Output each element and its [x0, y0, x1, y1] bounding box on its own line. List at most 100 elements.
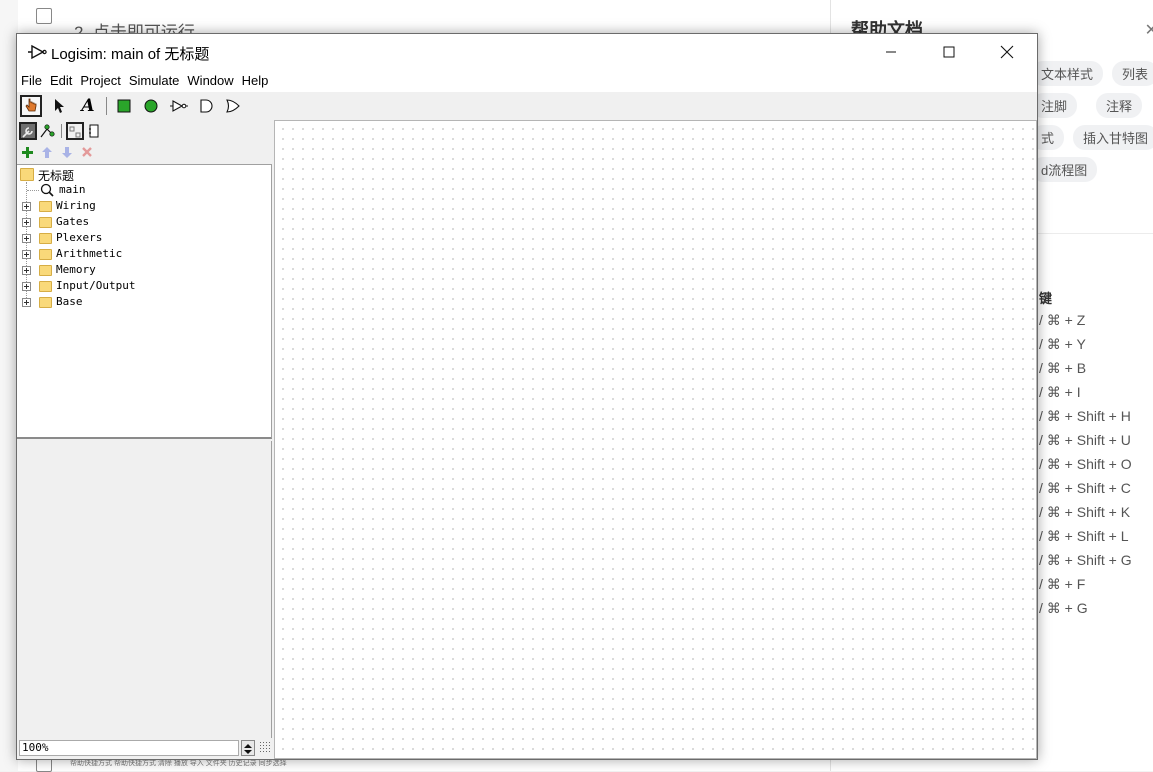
window-title: Logisim: main of 无标题: [51, 46, 210, 63]
tree-item-arithmetic[interactable]: Arithmetic: [56, 247, 122, 263]
shortcut-item: / ⌘ + Shift + H: [1039, 408, 1131, 424]
help-tag[interactable]: 插入甘特图: [1073, 125, 1153, 150]
shortcut-item: / ⌘ + B: [1039, 360, 1087, 376]
maximize-button[interactable]: [920, 34, 978, 70]
help-tag[interactable]: 注释: [1096, 93, 1143, 118]
explorer-toolbar: [17, 120, 272, 142]
folder-icon: [39, 217, 52, 228]
tree-item-main[interactable]: main: [59, 183, 86, 199]
toolbar-separator: [61, 124, 62, 138]
input-pin-icon: [117, 99, 131, 113]
zoom-input[interactable]: 100%: [19, 740, 239, 756]
layout-icon: [69, 126, 81, 138]
poke-tool-button[interactable]: [20, 95, 42, 117]
tree-item-input-output[interactable]: Input/Output: [56, 279, 135, 295]
folder-icon: [39, 233, 52, 244]
menu-project[interactable]: Project: [76, 70, 124, 92]
delete-icon[interactable]: [81, 146, 93, 158]
title-bar[interactable]: Logisim: main of 无标题: [17, 34, 1037, 70]
shortcut-item: / ⌘ + Y: [1039, 336, 1086, 352]
and-gate-icon: [200, 99, 213, 113]
folder-icon: [39, 249, 52, 260]
shortcut-item: / ⌘ + G: [1039, 600, 1088, 616]
minimize-icon: [886, 51, 896, 53]
tree-item-plexers[interactable]: Plexers: [56, 231, 102, 247]
expand-icon[interactable]: [22, 234, 31, 243]
expand-icon[interactable]: [22, 250, 31, 259]
shortcut-item: / ⌘ + F: [1039, 576, 1086, 592]
menu-help[interactable]: Help: [238, 70, 273, 92]
attribute-table: [17, 441, 272, 738]
or-gate-button[interactable]: [222, 95, 244, 117]
tree-item-memory[interactable]: Memory: [56, 263, 96, 279]
minimize-button[interactable]: [862, 34, 920, 70]
background-panel-icon: [36, 8, 52, 24]
input-pin-button[interactable]: [113, 95, 135, 117]
not-gate-icon: [170, 100, 188, 112]
menu-window[interactable]: Window: [183, 70, 237, 92]
add-circuit-icon[interactable]: [21, 146, 34, 159]
help-tag[interactable]: d流程图: [1031, 157, 1098, 182]
shortcut-item: / ⌘ + Shift + G: [1039, 552, 1132, 568]
close-button[interactable]: [978, 34, 1036, 70]
toolbar-separator: [106, 97, 107, 115]
simulation-tree-button[interactable]: [40, 123, 56, 139]
project-folder-icon: [20, 168, 34, 181]
expand-icon[interactable]: [22, 202, 31, 211]
wrench-icon: [22, 127, 33, 138]
tree-guide: [27, 190, 39, 191]
logisim-window: Logisim: main of 无标题 File Edit Project S…: [16, 33, 1038, 760]
tree-item-gates[interactable]: Gates: [56, 215, 89, 231]
appearance-edit-button[interactable]: [88, 123, 102, 139]
tree-item-base[interactable]: Base: [56, 295, 83, 311]
simulation-tree-icon: [40, 124, 55, 138]
toolbox-view-button[interactable]: [19, 122, 37, 140]
folder-icon: [39, 281, 52, 292]
shortcut-item: / ⌘ + Shift + L: [1039, 528, 1129, 544]
shortcut-item: / ⌘ + Shift + U: [1039, 432, 1131, 448]
output-pin-button[interactable]: [140, 95, 162, 117]
shortcut-item: / ⌘ + I: [1039, 384, 1081, 400]
layout-edit-button[interactable]: [66, 122, 84, 140]
circuit-canvas[interactable]: [274, 120, 1037, 759]
text-tool-icon: A: [81, 96, 95, 116]
menu-file[interactable]: File: [17, 70, 46, 92]
menu-simulate[interactable]: Simulate: [125, 70, 184, 92]
or-gate-icon: [226, 99, 240, 113]
menu-bar: File Edit Project Simulate Window Help: [17, 70, 1037, 92]
help-tag[interactable]: 文本样式: [1031, 61, 1104, 86]
menu-edit[interactable]: Edit: [46, 70, 76, 92]
project-name[interactable]: 无标题: [38, 167, 74, 183]
folder-icon: [39, 265, 52, 276]
spinner-arrows-icon: [244, 744, 252, 754]
not-gate-button[interactable]: [168, 95, 190, 117]
expand-icon[interactable]: [22, 266, 31, 275]
close-icon: [1000, 45, 1014, 59]
maximize-icon: [943, 46, 955, 58]
folder-icon: [39, 201, 52, 212]
folder-icon: [39, 297, 52, 308]
shortcut-item: / ⌘ + Shift + C: [1039, 480, 1131, 496]
expand-icon[interactable]: [22, 218, 31, 227]
select-tool-button[interactable]: [48, 95, 70, 117]
help-tag[interactable]: 列表: [1112, 61, 1153, 86]
select-tool-icon: [55, 99, 64, 113]
move-down-icon[interactable]: [61, 146, 73, 159]
close-icon[interactable]: ✕: [1145, 20, 1153, 39]
text-tool-button[interactable]: A: [77, 95, 99, 117]
zoom-bar: 100%: [17, 738, 272, 759]
expand-icon[interactable]: [22, 298, 31, 307]
tree-item-wiring[interactable]: Wiring: [56, 199, 96, 215]
and-gate-button[interactable]: [195, 95, 217, 117]
move-up-icon[interactable]: [41, 146, 53, 159]
zoom-spinner[interactable]: [241, 740, 255, 756]
explorer-ops: [17, 142, 272, 164]
shortcut-item: / ⌘ + Shift + K: [1039, 504, 1131, 520]
expand-icon[interactable]: [22, 282, 31, 291]
project-explorer: 无标题 main Wiring Gates Plexers Arithmetic…: [17, 164, 272, 439]
shortcuts-title: 键: [1039, 291, 1053, 306]
logisim-app-icon: [28, 44, 47, 60]
main-toolbar: A: [17, 92, 1037, 120]
shortcut-item: / ⌘ + Z: [1039, 312, 1086, 328]
grid-toggle-icon[interactable]: [259, 741, 271, 755]
